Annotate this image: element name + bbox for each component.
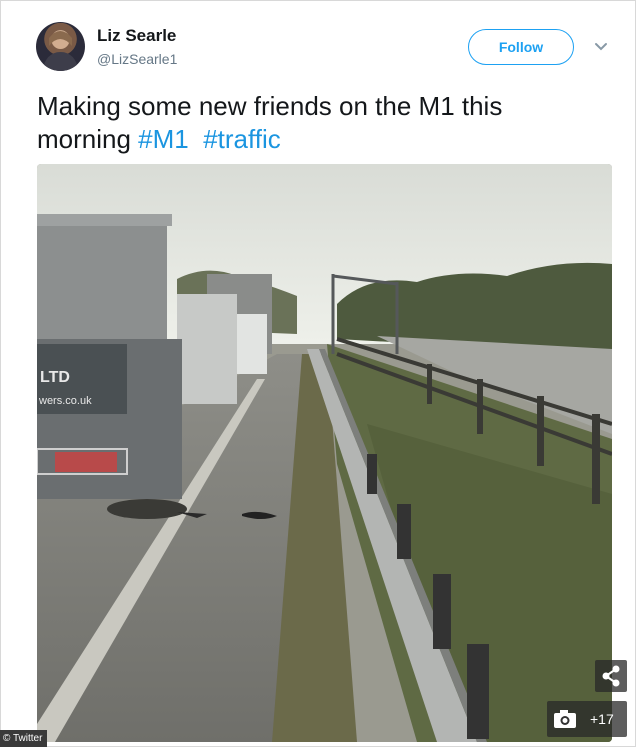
display-name[interactable]: Liz Searle bbox=[97, 26, 176, 46]
photo-credit: © Twitter bbox=[0, 730, 48, 747]
van-sign-ltd: LTD bbox=[40, 369, 70, 386]
gallery-button[interactable]: +17 bbox=[547, 701, 627, 737]
van-sign-url: wers.co.uk bbox=[38, 395, 92, 407]
tweet-card: Liz Searle @LizSearle1 Follow Making som… bbox=[0, 0, 636, 747]
hashtag-link[interactable]: #M1 bbox=[138, 124, 189, 154]
camera-icon bbox=[554, 710, 576, 728]
tweet-text: Making some new friends on the M1 this m… bbox=[37, 90, 597, 156]
chevron-down-icon[interactable] bbox=[593, 39, 609, 55]
user-handle[interactable]: @LizSearle1 bbox=[97, 51, 177, 67]
gallery-count: +17 bbox=[590, 711, 614, 727]
avatar[interactable] bbox=[36, 22, 85, 71]
tweet-photo[interactable]: LTD wers.co.uk bbox=[37, 164, 612, 742]
share-icon[interactable] bbox=[595, 660, 627, 692]
hashtag-link[interactable]: #traffic bbox=[203, 124, 281, 154]
follow-button[interactable]: Follow bbox=[468, 29, 574, 65]
